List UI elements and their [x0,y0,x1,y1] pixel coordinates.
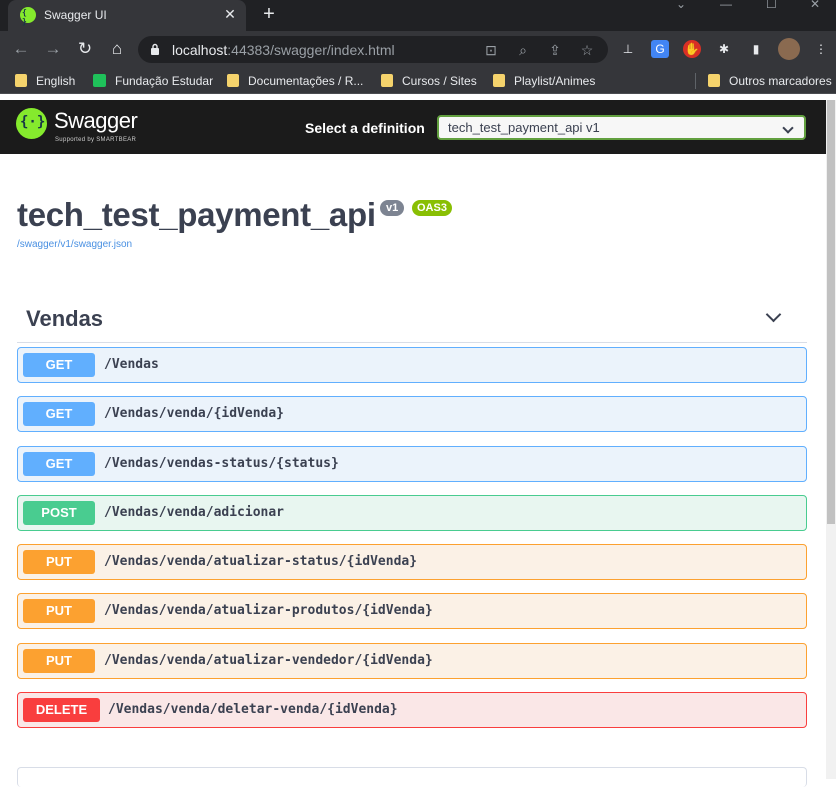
operation-get-venda-by-id[interactable]: GET /Vendas/venda/{idVenda} [17,396,807,432]
definition-value: tech_test_payment_api v1 [448,120,600,135]
share-icon[interactable]: ⇪ [546,41,564,59]
method-badge: GET [23,402,95,426]
scrollbar-thumb[interactable] [827,100,835,524]
operation-path: /Vendas/venda/atualizar-vendedor/{idVend… [104,653,433,668]
folder-icon [708,74,720,87]
page-scrollbar[interactable] [826,100,836,779]
side-panel-icon[interactable]: ▮ [747,40,765,58]
bookmark-star-icon[interactable]: ☆ [578,41,596,59]
version-badge: v1 [380,200,405,216]
folder-icon [15,74,27,87]
bookmark-outros[interactable]: Outros marcadores [708,73,832,89]
url-text: localhost:44383/swagger/index.html [172,42,395,58]
method-badge: GET [23,353,95,377]
operation-get-vendas-status[interactable]: GET /Vendas/vendas-status/{status} [17,446,807,482]
method-badge: PUT [23,649,95,673]
operation-put-atualizar-vendedor[interactable]: PUT /Vendas/venda/atualizar-vendedor/{id… [17,643,807,679]
operation-path: /Vendas/venda/{idVenda} [104,406,285,421]
bookmarks-bar: English Fundação Estudar Documentações /… [0,67,836,94]
tab-title: Swagger UI [44,8,107,22]
spec-url-link[interactable]: /swagger/v1/swagger.json [17,239,132,250]
oas-badge: OAS3 [412,200,452,216]
tab-search-icon[interactable]: ⌄ [676,0,686,10]
chevron-down-icon[interactable] [765,306,782,323]
browser-tab[interactable]: Swagger UI ✕ [8,0,246,31]
forward-button[interactable]: → [41,37,65,61]
browser-toolbar: ← → ↻ ⌂ localhost:44383/swagger/index.ht… [0,31,836,67]
definition-label: Select a definition [305,120,425,136]
new-tab-button[interactable]: + [258,3,280,25]
minimize-button[interactable]: — [720,0,732,10]
extension-icon[interactable]: ⊥ [619,40,637,58]
method-badge: GET [23,452,95,476]
operation-get-vendas[interactable]: GET /Vendas [17,347,807,383]
address-bar[interactable]: localhost:44383/swagger/index.html ⊡ ⌕ ⇪… [138,36,608,63]
close-tab-icon[interactable]: ✕ [222,6,238,22]
operation-path: /Vendas/venda/atualizar-status/{idVenda} [104,554,418,569]
google-translate-icon[interactable]: G [651,40,669,58]
schemas-section [17,767,807,787]
bookmark-cursos[interactable]: Cursos / Sites [381,73,477,89]
bookmark-favicon-icon [93,74,106,87]
method-badge: DELETE [23,698,100,722]
operation-path: /Vendas/venda/adicionar [104,505,285,520]
operation-path: /Vendas/venda/deletar-venda/{idVenda} [108,702,398,717]
chevron-down-icon [782,122,794,134]
operation-post-adicionar[interactable]: POST /Vendas/venda/adicionar [17,495,807,531]
browser-tabstrip: Swagger UI ✕ + ⌄ — ☐ ✕ [0,0,836,31]
swagger-topbar: {·} Swagger Supported by SMARTBEAR Selec… [0,100,826,154]
reload-button[interactable]: ↻ [73,37,97,61]
adblock-icon[interactable]: ✋ [683,40,701,58]
close-window-button[interactable]: ✕ [810,0,820,10]
lock-icon [151,43,159,55]
api-title: tech_test_payment_api [17,196,376,233]
operation-delete-venda[interactable]: DELETE /Vendas/venda/deletar-venda/{idVe… [17,692,807,728]
swagger-logo-icon[interactable]: {·} [16,108,47,139]
translate-icon[interactable]: ⊡ [482,41,500,59]
operation-put-atualizar-produtos[interactable]: PUT /Vendas/venda/atualizar-produtos/{id… [17,593,807,629]
zoom-icon[interactable]: ⌕ [514,41,532,59]
method-badge: PUT [23,550,95,574]
bookmark-fundacao-estudar[interactable]: Fundação Estudar [93,73,213,89]
puzzle-icon[interactable]: ✱ [715,40,733,58]
bookmark-playlist[interactable]: Playlist/Animes [493,73,595,89]
method-badge: PUT [23,599,95,623]
menu-icon[interactable]: ⋮ [812,40,830,58]
tag-divider [17,342,807,343]
method-badge: POST [23,501,95,525]
folder-icon [227,74,239,87]
operation-path: /Vendas [104,357,159,372]
tag-title[interactable]: Vendas [26,306,103,332]
bookmark-english[interactable]: English [15,73,75,89]
folder-icon [381,74,393,87]
swagger-logo-subtitle: Supported by SMARTBEAR [55,137,137,143]
page-viewport: {·} Swagger Supported by SMARTBEAR Selec… [0,94,836,787]
home-button[interactable]: ⌂ [105,37,129,61]
swagger-favicon-icon [20,7,36,26]
bookmark-documentacoes[interactable]: Documentações / R... [227,73,363,89]
operation-path: /Vendas/venda/atualizar-produtos/{idVend… [104,603,433,618]
swagger-logo-text: Swagger [54,108,138,133]
profile-avatar[interactable] [778,38,800,60]
back-button[interactable]: ← [9,37,33,61]
maximize-button[interactable]: ☐ [766,0,777,10]
operation-path: /Vendas/vendas-status/{status} [104,456,339,471]
bookmark-separator [695,73,696,89]
definition-select[interactable]: tech_test_payment_api v1 [437,115,806,140]
folder-icon [493,74,505,87]
operation-put-atualizar-status[interactable]: PUT /Vendas/venda/atualizar-status/{idVe… [17,544,807,580]
